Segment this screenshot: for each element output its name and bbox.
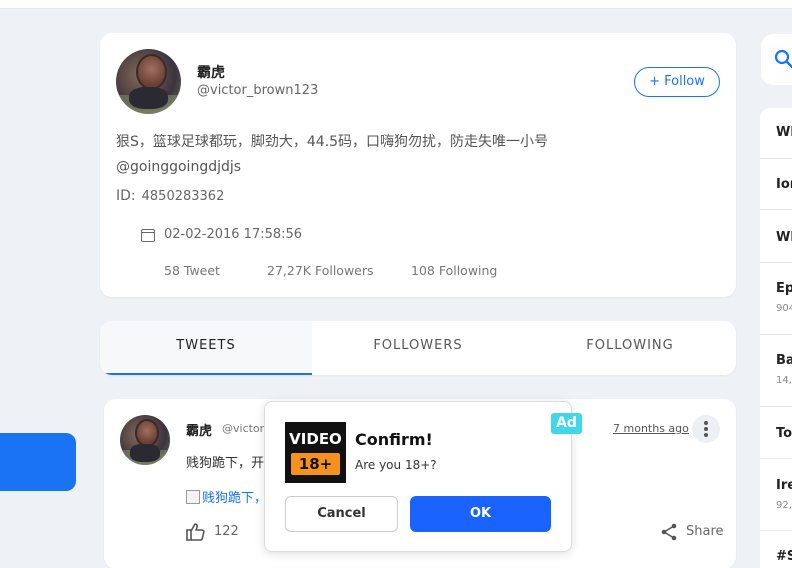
logo-age-badge: 18+ [291,453,340,475]
id-value: 4850283362 [141,189,225,204]
side-blue-button[interactable] [0,433,76,491]
profile-card: 霸虎 @victor_brown123 + Follow 狠S，篮球足球都玩，脚… [100,33,736,297]
age-confirm-ad-dialog: Ad VIDEO 18+ Confirm! Are you 18+? Cance… [264,401,582,552]
tweet-text: 贱狗跪下，开 [186,456,265,471]
followers-count[interactable]: 27,27K Followers [267,263,374,278]
tab-followers[interactable]: FOLLOWERS [312,321,524,375]
profile-tabs: TWEETS FOLLOWERS FOLLOWING [100,321,736,375]
top-nav-bar [0,0,792,9]
more-options-button[interactable] [692,415,720,443]
profile-id-row: ID: 4850283362 [116,188,224,204]
ok-button[interactable]: OK [410,496,551,532]
trend-item[interactable]: Ba14,1 [760,335,792,407]
cancel-button[interactable]: Cancel [285,496,398,532]
trend-item[interactable]: Wh [760,210,792,263]
trend-item[interactable]: Ire 92, [760,459,792,531]
dialog-question: Are you 18+? [355,458,437,472]
bio-text: 狠S，篮球足球都玩，脚劲大，44.5码，口嗨狗勿扰，防走失唯一小号 [116,134,549,150]
tweet-author-handle[interactable]: @victor_ [222,422,270,435]
profile-avatar [116,49,181,114]
trend-item[interactable]: Ior [760,159,792,210]
trend-item[interactable]: Ep 904 [760,263,792,335]
trend-item[interactable]: Wh [760,108,792,159]
tweet-author-name[interactable]: 霸虎 [186,420,212,439]
like-count: 122 [214,524,239,539]
join-date: 02-02-2016 17:58:56 [164,227,303,242]
tweet-timestamp[interactable]: 7 months ago [613,422,689,435]
id-label: ID: [116,188,136,204]
profile-bio: 狠S，篮球足球都玩，脚劲大，44.5码，口嗨狗勿扰，防走失唯一小号 @going… [116,130,676,180]
share-button[interactable]: Share [686,524,724,539]
trends-panel: Wh Ior Wh Ep904 Ba14,1 Tov Ire92, #S [760,108,792,568]
tweet-avatar[interactable] [120,415,170,465]
share-icon[interactable] [660,523,678,541]
profile-name: 霸虎 [197,65,225,81]
broken-image-icon [186,490,200,504]
trend-item[interactable]: Tov [760,407,792,459]
thumbs-up-icon[interactable] [186,523,206,541]
search-box[interactable] [761,34,792,85]
tweet-image-alt: 贱狗跪下， [202,491,268,506]
follow-button[interactable]: + Follow [634,67,720,97]
tweet-count[interactable]: 58 Tweet [164,263,220,278]
tab-tweets[interactable]: TWEETS [100,321,312,375]
logo-video-text: VIDEO [289,430,342,448]
profile-handle: @victor_brown123 [197,83,319,98]
trend-item[interactable]: #S [760,531,792,568]
dialog-title: Confirm! [355,430,433,449]
tweet-image-link[interactable]: 贱狗跪下， [186,487,267,506]
video-18-logo: VIDEO 18+ [285,422,346,483]
calendar-icon [141,229,155,242]
following-count[interactable]: 108 Following [411,263,497,278]
ad-badge: Ad [551,413,582,434]
bio-linked-account[interactable]: @goinggoingdjdjs [116,155,676,180]
tab-following[interactable]: FOLLOWING [524,321,736,375]
search-icon[interactable] [774,49,792,69]
